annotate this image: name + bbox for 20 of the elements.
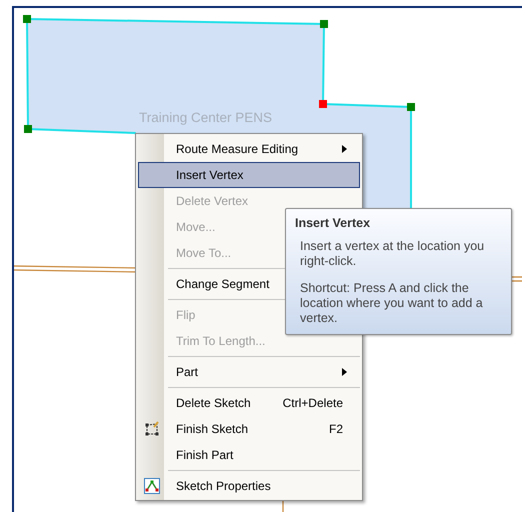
shortcut-label: Ctrl+Delete xyxy=(282,396,343,410)
vertex-handle[interactable] xyxy=(24,125,32,133)
menu-item[interactable]: Finish Part xyxy=(138,442,360,468)
sketch-polygon-icon xyxy=(144,421,160,437)
feature-label: Training Center PENS xyxy=(139,110,272,125)
menu-item[interactable]: Sketch Properties xyxy=(138,473,360,499)
vertex-properties-icon xyxy=(144,478,160,494)
shortcut-label: F2 xyxy=(328,422,343,436)
menu-item[interactable]: Finish Sketch F2 xyxy=(138,416,360,442)
vertex-handle[interactable] xyxy=(320,20,328,28)
tooltip-text: Shortcut: Press A and click the location where you want to add a vertex. xyxy=(300,281,484,326)
vertex-handle[interactable] xyxy=(23,15,31,23)
menu-item[interactable]: Route Measure Editing xyxy=(138,136,360,162)
tooltip-text: Insert a vertex at the location you right-click. xyxy=(300,239,486,269)
tooltip-title: Insert Vertex xyxy=(295,216,372,230)
menu-item[interactable]: Insert Vertex xyxy=(138,162,360,188)
menu-item[interactable]: Delete Sketch Ctrl+Delete xyxy=(138,390,360,416)
menu-item[interactable]: Part xyxy=(138,359,360,385)
vertex-handle[interactable] xyxy=(407,103,415,111)
vertex-handle[interactable] xyxy=(319,100,327,108)
